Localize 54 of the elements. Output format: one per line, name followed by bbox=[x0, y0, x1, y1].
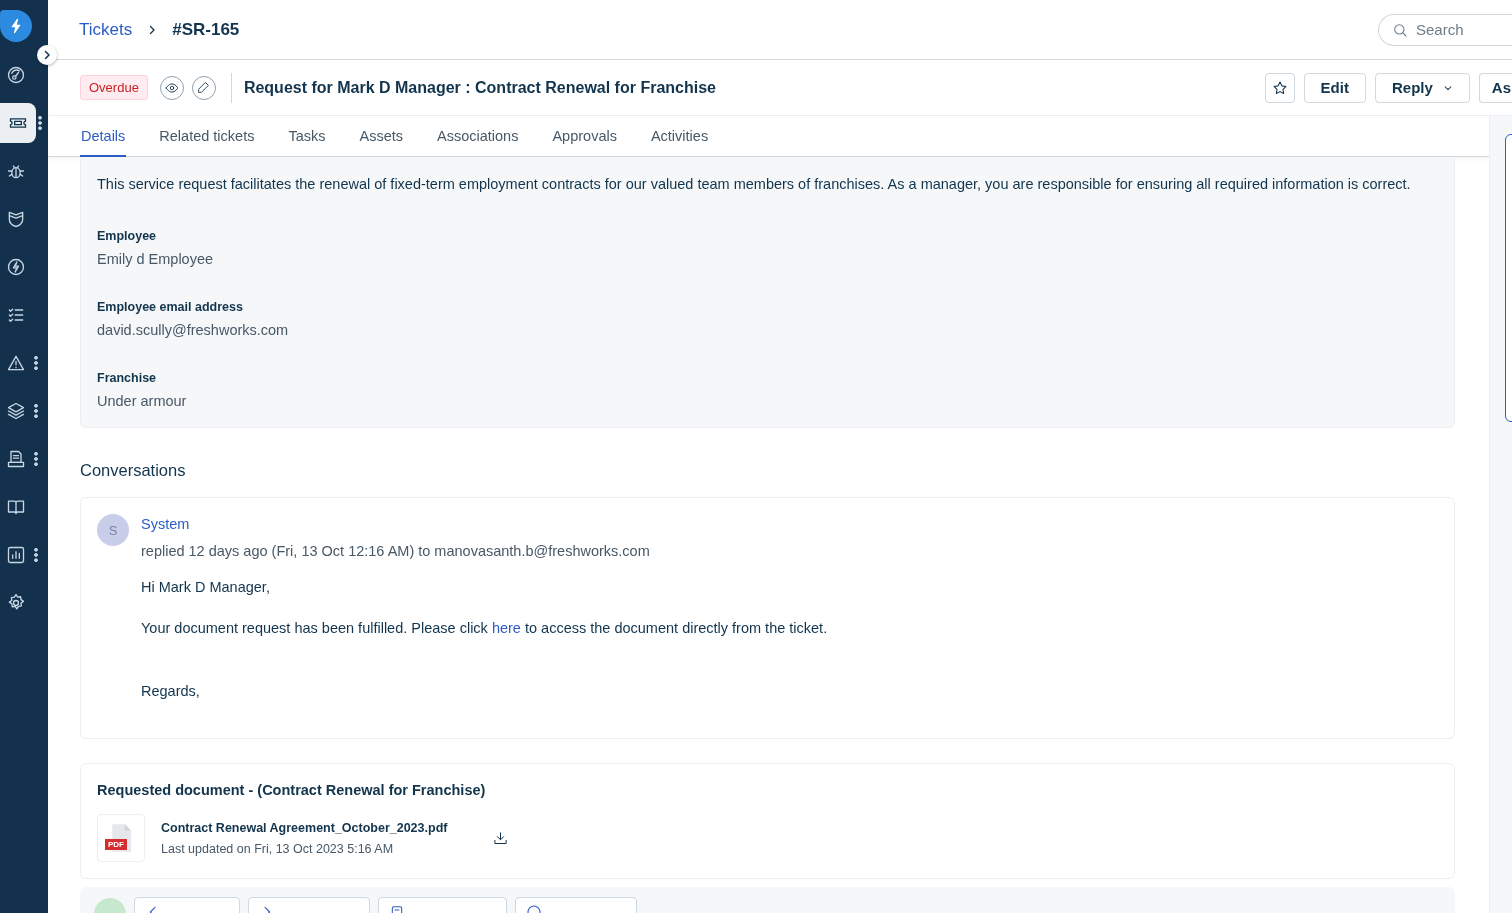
tab[interactable]: Related tickets bbox=[158, 116, 256, 157]
file-updated: Last updated on Fri, 13 Oct 2023 5:16 AM bbox=[161, 841, 395, 856]
warning-icon bbox=[6, 353, 26, 373]
description-text: This service request facilitates the renewal of fixed-term employment contracts for our valued team members of franchises. As a manager, you are responsible for ensuring all required information is correct. bbox=[97, 175, 1412, 193]
tab[interactable]: Associations bbox=[436, 116, 520, 157]
action-button[interactable]: As bbox=[1478, 72, 1512, 103]
ticket-id: #SR-165 bbox=[172, 19, 240, 40]
nav-item[interactable] bbox=[0, 103, 36, 143]
tab[interactable]: Activities bbox=[649, 116, 710, 157]
star-icon bbox=[1271, 79, 1288, 96]
document-heading: Requested document - (Contract Renewal for Franchise) bbox=[97, 782, 487, 798]
message-text: Your document request has been fulfilled. Please click here to access the document directly from the ticket. bbox=[141, 619, 828, 637]
field-value: Under armour bbox=[97, 393, 188, 409]
tab[interactable]: Assets bbox=[358, 116, 405, 157]
pencil-icon bbox=[197, 81, 211, 94]
file-type-label: PDF bbox=[105, 839, 127, 850]
file-name[interactable]: Contract Renewal Agreement_October_2023.pdf bbox=[161, 820, 448, 835]
app-logo[interactable] bbox=[0, 10, 32, 42]
action-button[interactable]: Reply bbox=[1374, 72, 1470, 103]
more-icon[interactable] bbox=[34, 548, 38, 562]
layers-icon bbox=[6, 401, 26, 421]
field-label: Employee bbox=[97, 229, 158, 243]
message-link[interactable]: here bbox=[491, 620, 521, 636]
field-label: Employee email address bbox=[97, 300, 244, 314]
eye-icon bbox=[164, 80, 179, 95]
status-badge: Overdue bbox=[80, 75, 148, 100]
section-heading: Conversations bbox=[80, 461, 187, 480]
more-icon[interactable] bbox=[38, 116, 42, 130]
field-value: Emily d Employee bbox=[97, 251, 215, 267]
action-button[interactable]: Edit bbox=[1303, 72, 1366, 103]
more-icon[interactable] bbox=[34, 452, 38, 466]
expand-toggle[interactable] bbox=[37, 45, 57, 65]
gauge-icon bbox=[6, 65, 26, 85]
message-text: Regards, bbox=[141, 682, 201, 700]
breadcrumb-link[interactable]: Tickets bbox=[79, 19, 133, 40]
tab[interactable]: Tasks bbox=[287, 116, 327, 157]
more-icon[interactable] bbox=[34, 404, 38, 418]
lightning-icon bbox=[6, 257, 26, 277]
ticket-title: Request for Mark D Manager : Contract Renewal for Franchise bbox=[243, 78, 716, 97]
field-value: david.scully@freshworks.com bbox=[97, 322, 290, 338]
more-icon[interactable] bbox=[34, 356, 38, 370]
chart-icon bbox=[6, 545, 26, 565]
download-icon[interactable] bbox=[493, 830, 509, 846]
checklist-icon bbox=[6, 305, 26, 325]
author-link[interactable]: System bbox=[141, 516, 828, 532]
avatar: S bbox=[97, 514, 129, 546]
favorite-button[interactable] bbox=[1264, 72, 1295, 103]
document-icon bbox=[6, 449, 26, 469]
tab[interactable]: Approvals bbox=[551, 116, 618, 157]
message-meta: replied 12 days ago (Fri, 13 Oct 12:16 AM) to manovasanth.b@freshworks.com bbox=[141, 543, 651, 559]
search-icon bbox=[1392, 21, 1408, 38]
message-text: Hi Mark D Manager, bbox=[141, 578, 271, 596]
shield-icon bbox=[6, 209, 26, 229]
field-label: Franchise bbox=[97, 371, 158, 385]
